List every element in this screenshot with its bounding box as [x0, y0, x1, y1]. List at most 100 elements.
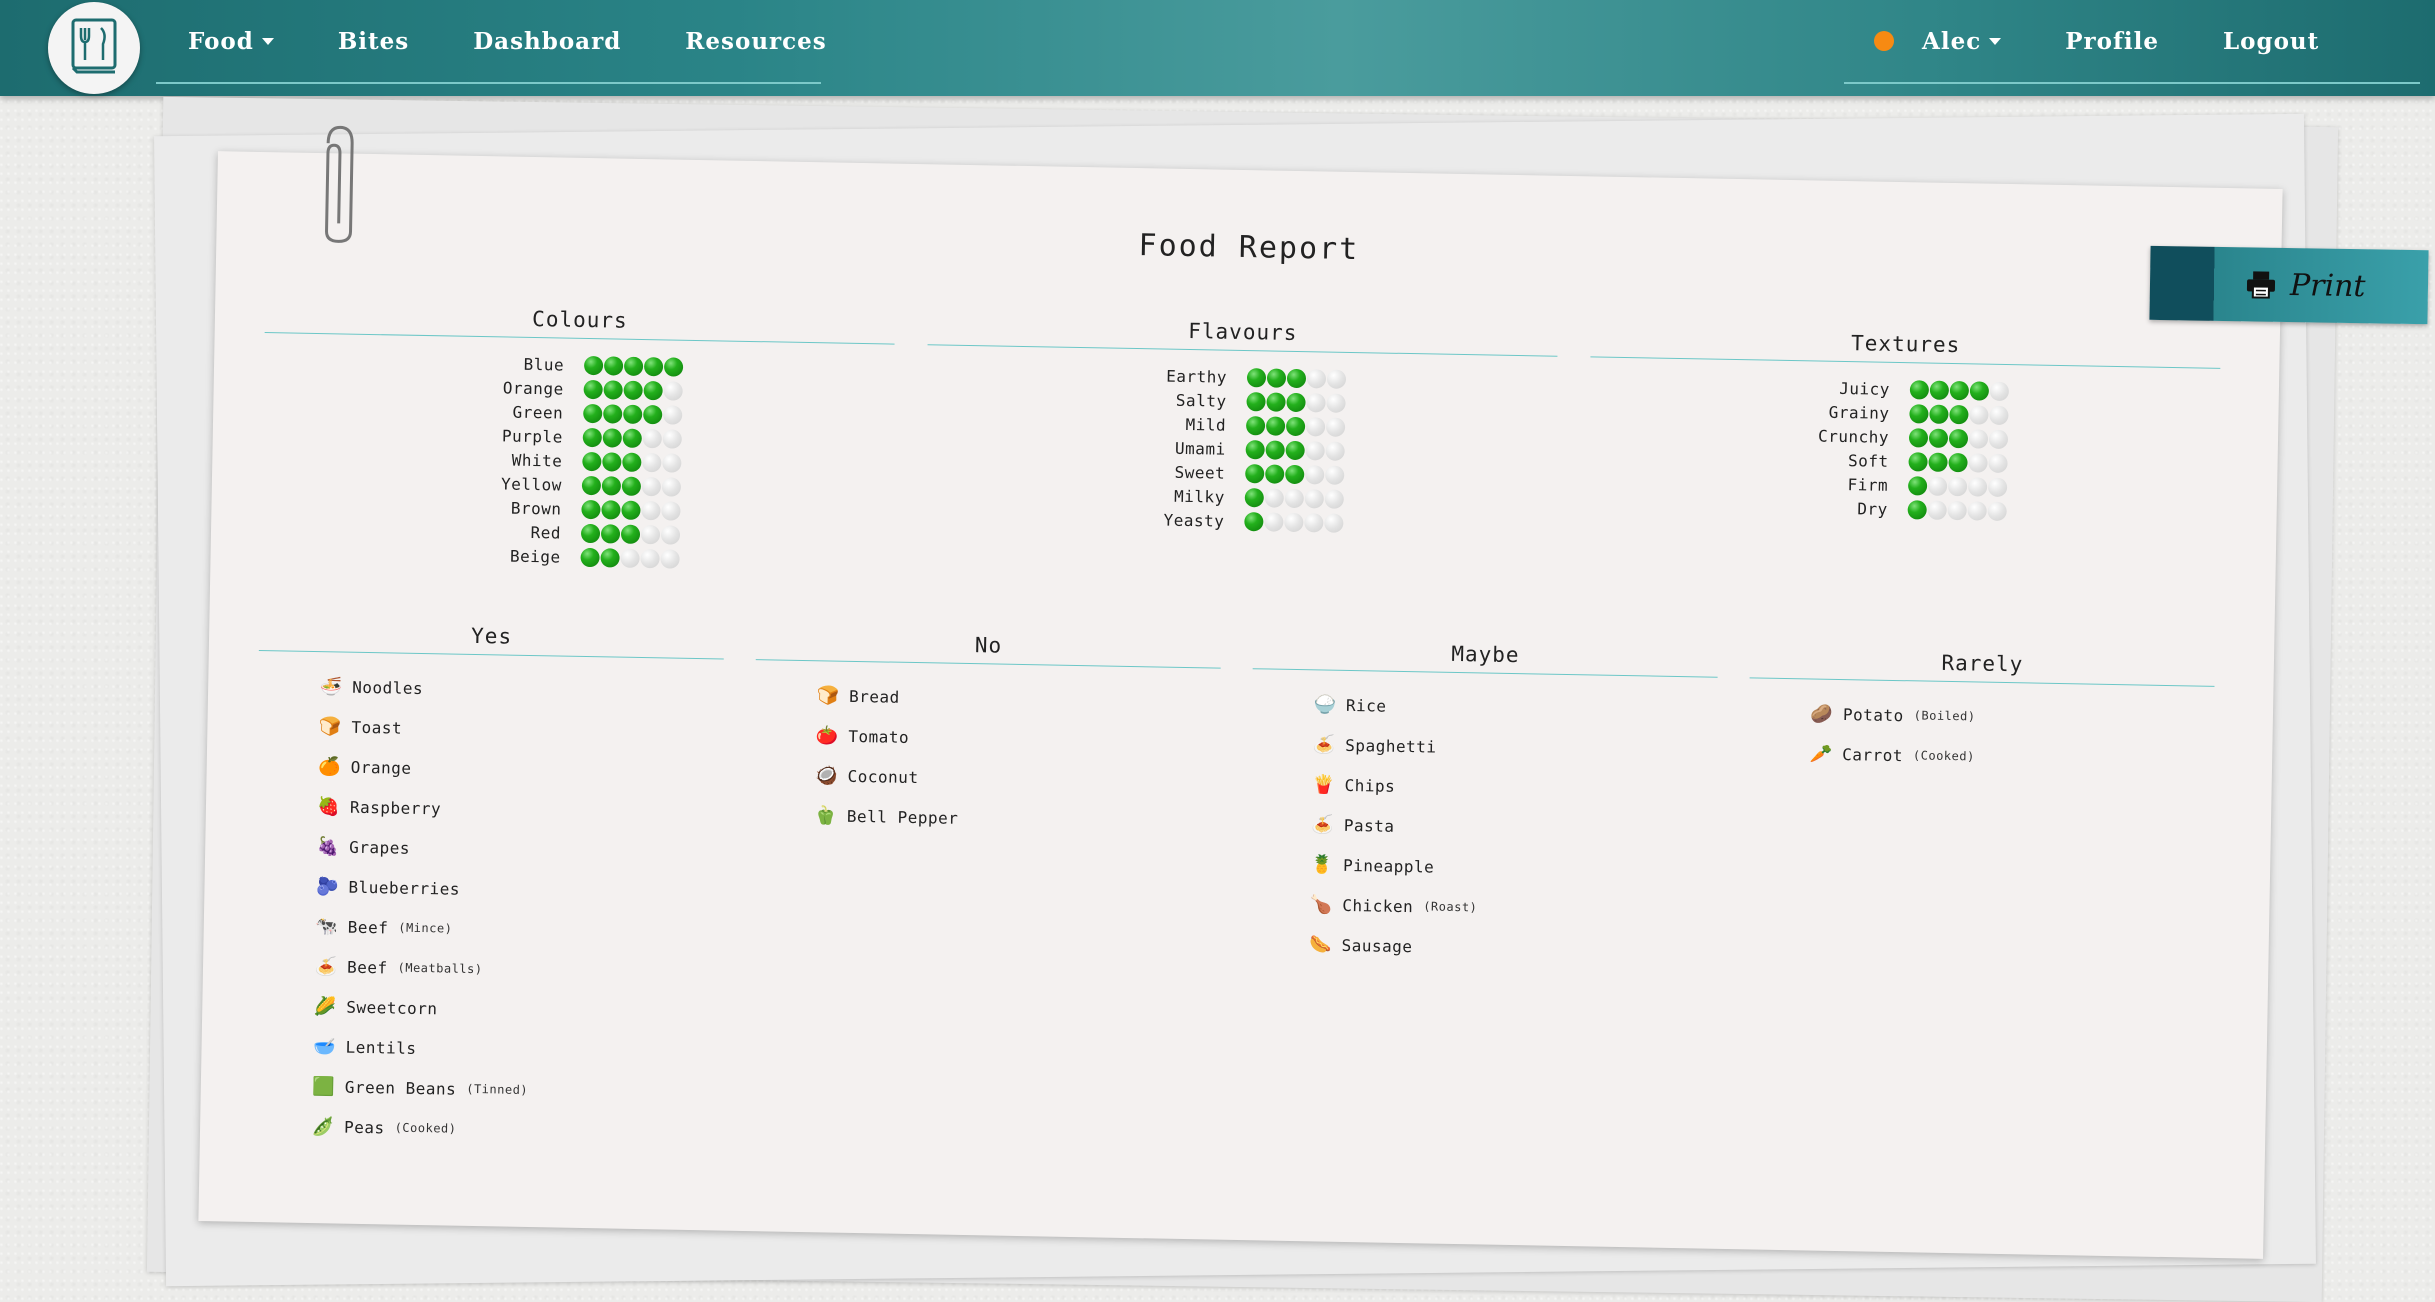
- rating-dot-filled-icon: [601, 524, 620, 543]
- food-emoji-icon: 🍝: [1310, 814, 1336, 835]
- rating-dot-empty-icon: [661, 525, 680, 544]
- rating-dot-filled-icon: [623, 404, 642, 423]
- rating-dot-filled-icon: [1244, 512, 1263, 531]
- rating-dot-empty-icon: [1285, 488, 1304, 507]
- rating-dot-filled-icon: [1949, 404, 1968, 423]
- rating-label: Salty: [926, 386, 1246, 411]
- rating-dot-filled-icon: [1928, 452, 1947, 471]
- rating-dot-empty-icon: [640, 548, 659, 567]
- food-name: Blueberries: [348, 877, 460, 898]
- rating-dots: [1908, 452, 2008, 473]
- status-indicator: [1874, 31, 1894, 51]
- nav-profile[interactable]: Profile: [2065, 28, 2159, 55]
- nav-resources-label: Resources: [685, 28, 826, 55]
- rating-dot-filled-icon: [1929, 428, 1948, 447]
- rating-dot-empty-icon: [642, 476, 661, 495]
- rating-dot-empty-icon: [1325, 465, 1344, 484]
- rating-label: Blue: [264, 350, 584, 375]
- rating-dots: [582, 475, 682, 496]
- rating-dot-filled-icon: [1287, 368, 1306, 387]
- rating-dot-empty-icon: [642, 452, 661, 471]
- rating-dot-empty-icon: [1968, 453, 1987, 472]
- rating-label: Purple: [263, 422, 583, 447]
- rating-dot-filled-icon: [1245, 464, 1264, 483]
- food-note: (Mince): [398, 921, 452, 936]
- food-emoji-icon: 🍞: [317, 716, 343, 737]
- rating-dot-filled-icon: [602, 476, 621, 495]
- rating-label: Grainy: [1589, 398, 1909, 423]
- app-logo[interactable]: [48, 2, 140, 94]
- food-emoji-icon: 🫐: [314, 876, 340, 897]
- rating-dot-filled-icon: [601, 500, 620, 519]
- nav-resources[interactable]: Resources: [685, 28, 826, 55]
- food-name: Beef: [347, 957, 388, 977]
- rating-dot-empty-icon: [663, 405, 682, 424]
- rating-dot-filled-icon: [621, 524, 640, 543]
- print-button[interactable]: Print: [2149, 246, 2428, 324]
- report-title: Food Report: [216, 211, 2281, 284]
- rating-label: Firm: [1588, 470, 1908, 495]
- rating-dots: [582, 451, 682, 472]
- rating-dot-filled-icon: [582, 475, 601, 494]
- rating-dot-empty-icon: [1326, 393, 1345, 412]
- rating-dot-filled-icon: [580, 547, 599, 566]
- rating-dots: [1246, 392, 1346, 413]
- rating-dots: [1908, 476, 2008, 497]
- rating-dot-filled-icon: [644, 357, 663, 376]
- food-name: Toast: [351, 717, 402, 737]
- book-fork-knife-icon: [67, 16, 121, 80]
- rating-label: Juicy: [1590, 374, 1910, 399]
- food-emoji-icon: 🌽: [312, 996, 338, 1017]
- section-title: Textures: [1591, 326, 2221, 362]
- rating-dots: [583, 403, 683, 424]
- ratings-textures: Textures JuicyGrainyCrunchySoftFirmDry: [1588, 326, 2221, 527]
- rating-dot-empty-icon: [641, 500, 660, 519]
- rating-dot-empty-icon: [663, 429, 682, 448]
- primary-nav: Food Bites Dashboard Resources: [156, 0, 821, 84]
- nav-logout-label: Logout: [2223, 28, 2319, 55]
- rating-list: EarthySaltyMildUmamiSweetMilkyYeasty: [924, 359, 1557, 539]
- section-divider: [1750, 677, 2215, 687]
- food-note: (Roast): [1423, 899, 1477, 914]
- rating-label: Green: [263, 398, 583, 423]
- rating-dot-empty-icon: [1325, 489, 1344, 508]
- rating-label: Red: [261, 518, 581, 543]
- nav-user-dropdown[interactable]: Alec: [1922, 28, 2001, 55]
- rating-dot-empty-icon: [1990, 381, 2009, 400]
- rating-dots: [584, 355, 684, 376]
- rating-dot-filled-icon: [1286, 392, 1305, 411]
- rating-dots: [1246, 440, 1346, 461]
- section-title: Flavours: [928, 314, 1558, 350]
- rating-dot-filled-icon: [603, 404, 622, 423]
- rating-dot-filled-icon: [1286, 416, 1305, 435]
- rating-label: Brown: [261, 494, 581, 519]
- rating-dot-filled-icon: [583, 427, 602, 446]
- rating-label: Orange: [264, 374, 584, 399]
- list-rarely: Rarely 🥔Potato(Boiled)🥕Carrot(Cooked): [1748, 647, 2215, 781]
- caret-down-icon: [1989, 38, 2001, 45]
- food-item: 🫛Peas(Cooked): [310, 1106, 716, 1153]
- food-name: Noodles: [352, 677, 423, 697]
- rating-dot-empty-icon: [1928, 500, 1947, 519]
- nav-bites[interactable]: Bites: [338, 28, 409, 55]
- food-name: Orange: [351, 757, 412, 777]
- rating-dot-filled-icon: [623, 428, 642, 447]
- rating-dot-filled-icon: [624, 356, 643, 375]
- rating-dot-empty-icon: [663, 381, 682, 400]
- nav-bites-label: Bites: [338, 28, 409, 55]
- rating-dot-filled-icon: [1285, 464, 1304, 483]
- food-emoji-icon: 🍍: [1309, 854, 1335, 875]
- rating-list: BlueOrangeGreenPurpleWhiteYellowBrownRed…: [260, 347, 894, 575]
- nav-dashboard[interactable]: Dashboard: [473, 28, 621, 55]
- nav-logout[interactable]: Logout: [2223, 28, 2319, 55]
- food-item: 🌭Sausage: [1307, 924, 1713, 971]
- rating-dot-filled-icon: [583, 403, 602, 422]
- nav-food-dropdown[interactable]: Food: [188, 28, 274, 55]
- print-label: Print: [2290, 268, 2366, 304]
- food-name: Lentils: [345, 1037, 416, 1057]
- rating-dot-empty-icon: [1928, 476, 1947, 495]
- rating-dot-filled-icon: [600, 548, 619, 567]
- food-name: Tomato: [848, 726, 909, 746]
- food-emoji-icon: 🥔: [1809, 703, 1835, 724]
- food-emoji-icon: 🫛: [310, 1116, 336, 1137]
